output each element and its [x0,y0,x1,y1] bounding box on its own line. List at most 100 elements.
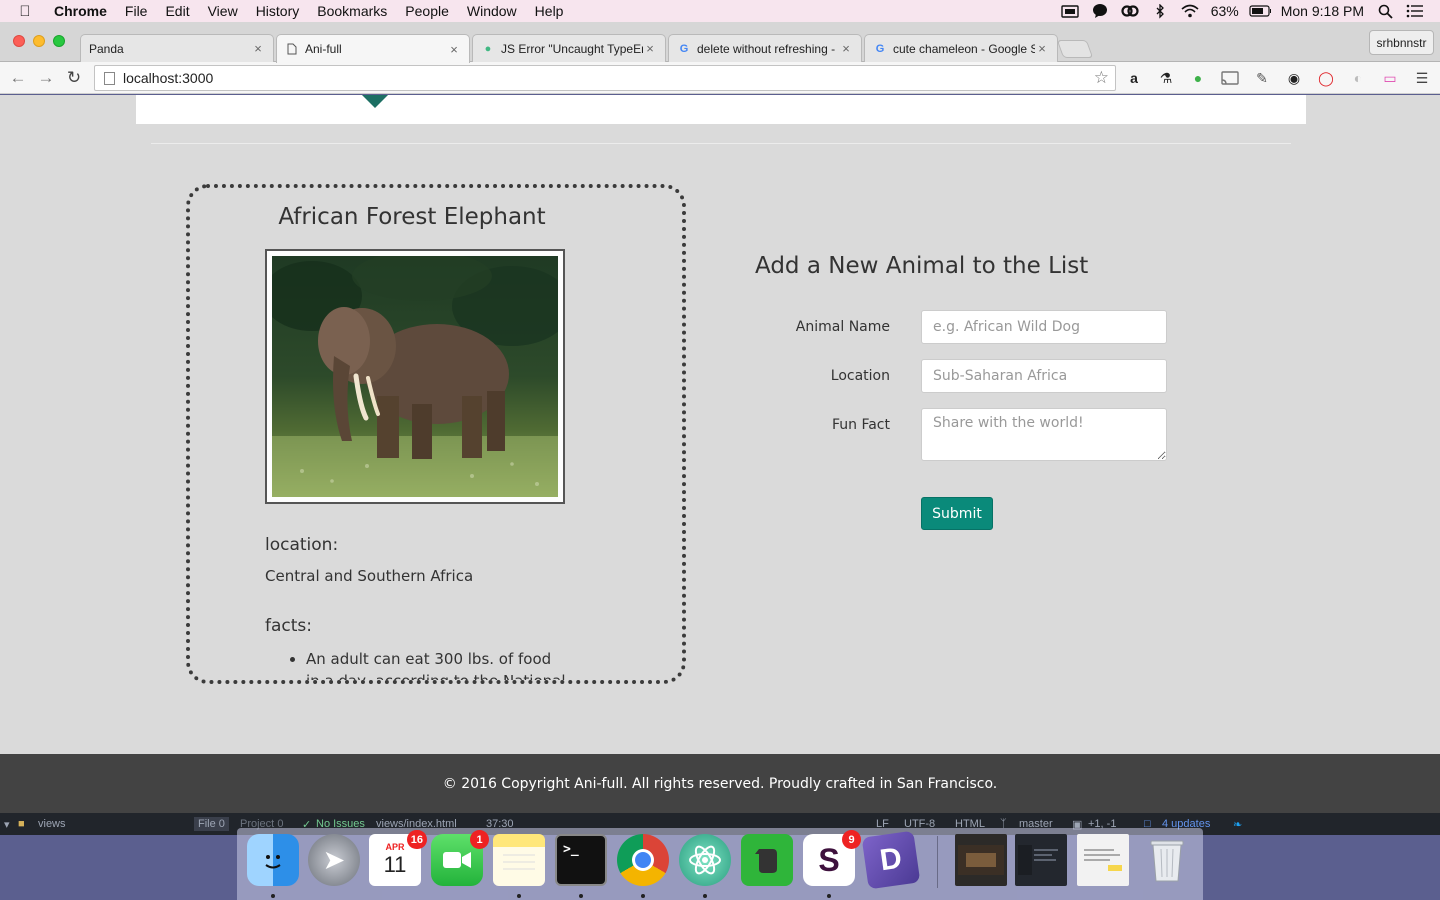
tab-close-icon[interactable]: × [447,42,461,57]
window-close-button[interactable] [13,35,25,47]
tab-title: delete without refreshing - [697,41,836,56]
menu-app-name[interactable]: Chrome [50,0,116,22]
eyedropper-extension-icon[interactable]: ✎ [1252,68,1272,88]
slack-badge: 9 [842,830,861,849]
fun-fact-textarea[interactable] [921,408,1167,461]
browser-tab-cute-chameleon[interactable]: G cute chameleon - Google S × [864,34,1058,62]
finder-icon[interactable] [247,834,299,886]
page-info-icon[interactable] [104,71,115,85]
facts-list: An adult can eat 300 lbs. of food in a d… [288,648,568,680]
folder-icon: ■ [18,818,25,830]
chrome-running-dot [641,894,645,898]
slack-icon[interactable]: S 9 [803,830,861,886]
menu-help[interactable]: Help [526,0,573,22]
fact-item: An adult can eat 300 lbs. of food in a d… [306,648,568,680]
tab-close-icon[interactable]: × [251,41,265,56]
screen-mirroring-icon[interactable] [1059,3,1081,19]
chevron-down-icon[interactable]: ▾ [4,818,10,831]
wifi-icon[interactable] [1179,3,1201,19]
calendar-day: 11 [383,852,407,877]
apple-menu-icon[interactable]:  [0,3,50,20]
window-zoom-button[interactable] [53,35,65,47]
tab-close-icon[interactable]: × [839,41,853,56]
dash-icon[interactable]: D [861,830,921,890]
macos-menubar:  Chrome File Edit View History Bookmark… [0,0,1440,22]
twitter-bird-icon[interactable]: ❧ [1233,818,1242,831]
dropdown-caret-icon[interactable] [362,95,388,108]
notification-center-icon[interactable] [1404,3,1426,19]
puzzle-extension-icon[interactable]: ⚗ [1156,68,1176,88]
menu-file[interactable]: File [116,0,157,22]
menu-view[interactable]: View [199,0,247,22]
cast-icon[interactable] [1220,68,1240,88]
bookmark-star-icon[interactable]: ☆ [1094,68,1109,88]
evernote-extension-icon[interactable]: ● [1188,68,1208,88]
evernote-icon[interactable] [741,834,793,886]
creative-cloud-icon[interactable] [1119,3,1141,19]
grey-extension-icon[interactable]: ◐ [1348,68,1368,88]
amazon-extension-icon[interactable]: a [1124,68,1144,88]
chat-bubble-icon[interactable] [1089,3,1111,19]
forward-arrow-icon[interactable]: → [35,67,57,89]
notes-icon[interactable] [493,834,545,886]
notes-running-dot [517,894,521,898]
minimized-document-thumbnail[interactable] [1077,834,1129,886]
animal-name-input[interactable] [921,310,1167,344]
battery-icon[interactable] [1249,3,1271,19]
finder-running-dot [271,894,275,898]
fun-fact-label: Fun Fact [831,417,890,433]
location-value: Central and Southern Africa [265,567,474,585]
google-favicon-icon: G [875,42,885,55]
animal-photo-frame [265,249,565,504]
page-icon [285,42,299,56]
menu-bookmarks[interactable]: Bookmarks [308,0,396,22]
elephant-photo [272,256,558,497]
spotlight-search-icon[interactable] [1374,3,1396,19]
file-label: File [198,818,216,830]
browser-tab-delete-without-refreshing[interactable]: G delete without refreshing - × [668,34,862,62]
profile-button[interactable]: srhbnnstr [1369,30,1434,55]
chrome-menu-icon[interactable]: ☰ [1412,68,1432,88]
browser-tab-js-error[interactable]: ● JS Error "Uncaught TypeEr × [472,34,666,62]
chrome-icon[interactable] [617,834,669,886]
window-minimize-button[interactable] [33,35,45,47]
browser-tab-strip: Panda × Ani-full × ● JS Error "Uncaught … [0,22,1440,63]
page-header-strip [136,95,1306,124]
menu-window[interactable]: Window [458,0,526,22]
back-arrow-icon[interactable]: ← [7,67,29,89]
browser-tab-panda[interactable]: Panda × [80,34,274,62]
address-bar-url[interactable]: localhost:3000 [123,70,213,86]
launchpad-rocket-icon[interactable]: ➤ [308,834,360,886]
tab-title: Panda [89,41,124,56]
tab-close-icon[interactable]: × [643,41,657,56]
reload-icon[interactable]: ↻ [63,67,85,89]
panda-extension-icon[interactable]: ◉ [1284,68,1304,88]
menubar-clock[interactable]: Mon 9:18 PM [1281,3,1364,19]
minimized-window-thumbnail[interactable] [955,834,1007,886]
minimized-atom-window-thumbnail[interactable] [1015,834,1067,886]
tab-close-icon[interactable]: × [1035,41,1049,56]
facetime-icon[interactable]: 1 [431,830,489,886]
menu-people[interactable]: People [396,0,458,22]
menu-history[interactable]: History [247,0,309,22]
file-count-badge[interactable]: File 0 [194,817,229,831]
tree-folder-name[interactable]: views [38,818,66,830]
terminal-icon[interactable]: >_ [555,834,607,886]
terminal-running-dot [579,894,583,898]
address-bar[interactable]: localhost:3000 ☆ [94,65,1116,91]
bluetooth-icon[interactable] [1149,3,1171,19]
atom-running-dot [703,894,707,898]
opera-extension-icon[interactable]: ◯ [1316,68,1336,88]
new-tab-button[interactable] [1056,40,1094,58]
atom-icon[interactable] [679,834,731,886]
location-field-label: Location [830,368,890,384]
menu-edit[interactable]: Edit [156,0,198,22]
dock-separator [937,836,938,888]
calendar-icon[interactable]: APR 11 16 [369,830,427,886]
browser-tab-ani-full[interactable]: Ani-full × [276,34,470,63]
document-extension-icon[interactable]: ▭ [1380,68,1400,88]
submit-button[interactable]: Submit [921,497,993,530]
trash-icon[interactable] [1141,834,1193,886]
tab-title: Ani-full [305,42,342,56]
location-input[interactable] [921,359,1167,393]
